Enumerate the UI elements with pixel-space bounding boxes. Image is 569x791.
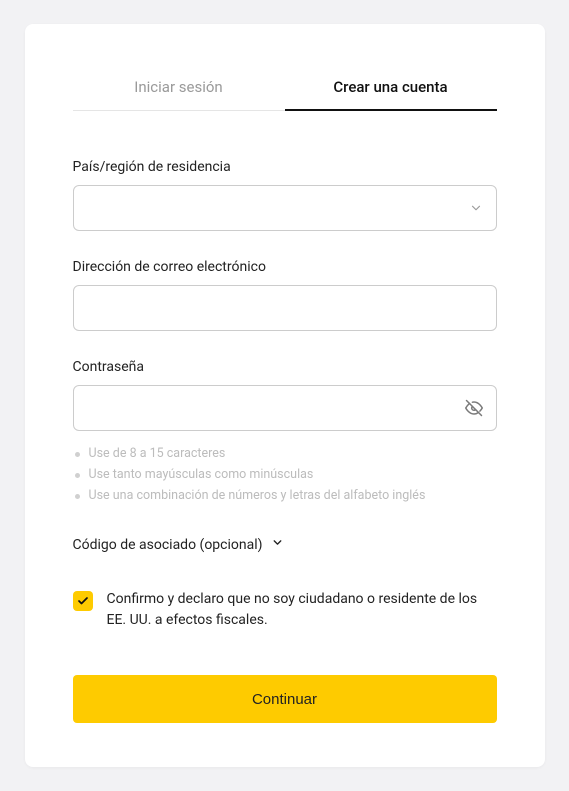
country-select[interactable] [73, 185, 497, 231]
continue-button[interactable]: Continuar [73, 675, 497, 723]
country-label: País/región de residencia [73, 159, 497, 175]
password-label: Contraseña [73, 359, 497, 375]
declaration-text: Confirmo y declaro que no soy ciudadano … [107, 589, 497, 631]
password-hints: Use de 8 a 15 caracteres Use tanto mayús… [73, 443, 497, 506]
check-icon [77, 595, 89, 607]
tab-signup[interactable]: Crear una cuenta [285, 64, 497, 110]
country-select-wrap [73, 185, 497, 231]
declaration-checkbox[interactable] [73, 591, 93, 611]
password-field-group: Contraseña Use de 8 a 15 caracteres Use … [73, 359, 497, 506]
tab-login[interactable]: Iniciar sesión [73, 64, 285, 110]
auth-tabs: Iniciar sesión Crear una cuenta [73, 64, 497, 111]
password-hint: Use de 8 a 15 caracteres [73, 443, 497, 464]
declaration-row: Confirmo y declaro que no soy ciudadano … [73, 589, 497, 631]
password-hint: Use tanto mayúsculas como minúsculas [73, 464, 497, 485]
chevron-down-icon[interactable] [469, 201, 483, 215]
email-field-group: Dirección de correo electrónico [73, 259, 497, 331]
chevron-down-icon [271, 536, 284, 553]
email-field[interactable] [73, 285, 497, 331]
associate-code-toggle[interactable]: Código de asociado (opcional) [73, 536, 497, 553]
associate-code-label: Código de asociado (opcional) [73, 537, 263, 553]
email-label: Dirección de correo electrónico [73, 259, 497, 275]
password-hint: Use una combinación de números y letras … [73, 485, 497, 506]
country-field-group: País/región de residencia [73, 159, 497, 231]
password-field[interactable] [73, 385, 497, 431]
signup-card: Iniciar sesión Crear una cuenta País/reg… [25, 24, 545, 767]
eye-off-icon[interactable] [465, 399, 483, 417]
